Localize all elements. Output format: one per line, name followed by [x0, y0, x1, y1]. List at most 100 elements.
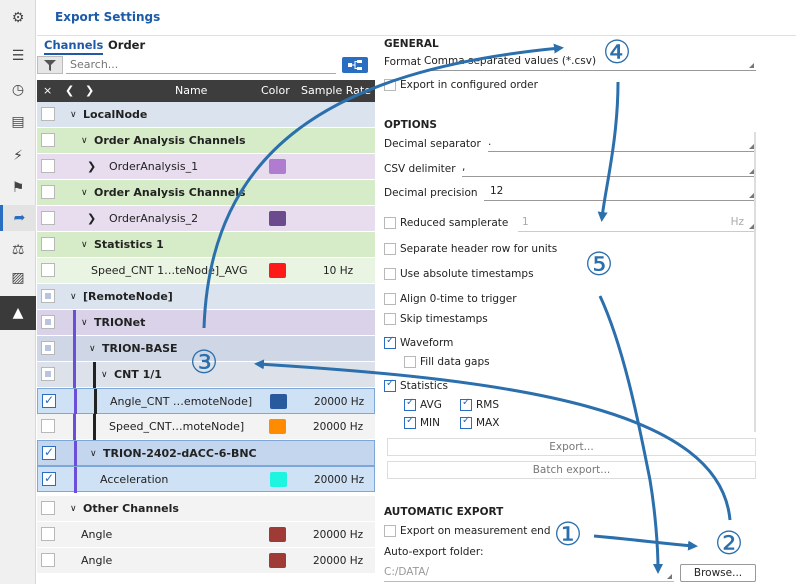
chevron-right-icon[interactable]: ❯: [87, 160, 96, 173]
checkbox[interactable]: [384, 525, 396, 537]
tree-row-channel[interactable]: Acceleration 20000 Hz: [37, 466, 375, 493]
tree-row-channel[interactable]: Angle 20000 Hz: [37, 548, 375, 574]
export-icon[interactable]: ➦: [0, 205, 36, 231]
tree-row-channel[interactable]: ❯ OrderAnalysis_2: [37, 206, 375, 232]
decimal-separator-select[interactable]: .: [488, 136, 756, 152]
row-checkbox[interactable]: [41, 501, 55, 515]
decimal-precision-input[interactable]: 12: [484, 185, 756, 201]
row-checkbox[interactable]: [41, 237, 55, 251]
tree-row-channel[interactable]: Speed_CNT…moteNode] 20000 Hz: [37, 414, 375, 440]
row-checkbox[interactable]: [41, 367, 55, 381]
color-swatch[interactable]: [269, 211, 286, 226]
chevron-down-icon[interactable]: ∨: [81, 136, 88, 146]
column-name[interactable]: Name: [175, 84, 207, 97]
tree-row-group[interactable]: ∨ Order Analysis Channels: [37, 128, 375, 154]
chevron-down-icon[interactable]: ∨: [81, 188, 88, 198]
export-button[interactable]: Export...: [387, 438, 756, 456]
max-checkbox[interactable]: MAX: [460, 415, 499, 429]
checkbox[interactable]: [404, 415, 416, 429]
row-checkbox[interactable]: [42, 393, 56, 408]
tree-row-other[interactable]: ∨ Other Channels: [37, 496, 375, 522]
batch-export-button[interactable]: Batch export...: [387, 461, 756, 479]
rms-checkbox[interactable]: RMS: [460, 397, 499, 411]
align-zero-checkbox[interactable]: Align 0-time to trigger: [384, 293, 517, 305]
color-swatch[interactable]: [269, 527, 286, 542]
skip-timestamps-checkbox[interactable]: Skip timestamps: [384, 313, 488, 325]
chevron-down-icon[interactable]: ∨: [81, 240, 88, 250]
row-checkbox[interactable]: [41, 527, 55, 541]
separate-header-checkbox[interactable]: Separate header row for units: [384, 243, 557, 255]
checkbox[interactable]: [384, 79, 396, 91]
chevron-down-icon[interactable]: ∨: [90, 449, 97, 459]
avg-checkbox[interactable]: AVG: [404, 397, 442, 411]
collapse-icon[interactable]: ❮: [65, 84, 74, 97]
chevron-down-icon[interactable]: ∨: [101, 370, 108, 380]
chevron-down-icon[interactable]: ∨: [89, 344, 96, 354]
gear-icon[interactable]: ⚙: [6, 8, 30, 28]
checkbox[interactable]: [384, 217, 396, 229]
row-checkbox[interactable]: [41, 107, 55, 121]
statistics-checkbox[interactable]: Statistics: [384, 378, 448, 392]
tree-view-button[interactable]: [342, 57, 368, 73]
row-checkbox[interactable]: [41, 159, 55, 173]
filter-icon[interactable]: [37, 56, 63, 74]
csv-delimiter-select[interactable]: ,: [462, 161, 756, 177]
min-checkbox[interactable]: MIN: [404, 415, 440, 429]
checkbox[interactable]: [384, 293, 396, 305]
checkbox[interactable]: [384, 313, 396, 325]
clear-selection-button[interactable]: ×: [43, 84, 52, 97]
waveform-checkbox[interactable]: Waveform: [384, 335, 453, 349]
checkbox[interactable]: [460, 397, 472, 411]
network-icon[interactable]: ⚖: [6, 240, 30, 260]
browse-button[interactable]: Browse...: [680, 564, 756, 582]
tab-order[interactable]: Order: [108, 38, 145, 52]
list-icon[interactable]: ☰: [6, 46, 30, 66]
color-swatch[interactable]: [269, 553, 286, 568]
reduced-samplerate-input[interactable]: 1 Hz: [518, 216, 756, 232]
export-on-end-checkbox[interactable]: Export on measurement end: [384, 525, 551, 537]
car-icon[interactable]: ▨: [6, 268, 30, 288]
row-checkbox[interactable]: [41, 553, 55, 567]
export-order-checkbox[interactable]: Export in configured order: [384, 79, 538, 91]
row-checkbox[interactable]: [42, 445, 56, 460]
row-checkbox[interactable]: [42, 471, 56, 486]
chevron-down-icon[interactable]: ∨: [70, 110, 77, 120]
checkbox[interactable]: [384, 243, 396, 255]
gauge-icon[interactable]: ◷: [6, 80, 30, 100]
format-select[interactable]: Comma separated values (*.csv): [424, 55, 756, 71]
tree-row-channel[interactable]: Angle_CNT …emoteNode] 20000 Hz: [37, 388, 375, 415]
row-checkbox[interactable]: [41, 315, 55, 329]
checkbox[interactable]: [384, 335, 396, 349]
absolute-timestamps-checkbox[interactable]: Use absolute timestamps: [384, 268, 534, 280]
checkbox[interactable]: [384, 378, 396, 392]
lightning-icon[interactable]: ⚡: [6, 146, 30, 166]
color-swatch[interactable]: [269, 263, 286, 278]
row-checkbox[interactable]: [41, 419, 55, 433]
column-color[interactable]: Color: [261, 84, 290, 97]
row-checkbox[interactable]: [41, 289, 55, 303]
row-checkbox[interactable]: [41, 211, 55, 225]
tree-row-remotenode[interactable]: ∨ [RemoteNode]: [37, 284, 375, 310]
reduced-samplerate-checkbox[interactable]: Reduced samplerate: [384, 217, 508, 229]
tree-row-localnode[interactable]: ∨ LocalNode: [37, 102, 375, 128]
checkbox[interactable]: [404, 356, 416, 368]
checkbox[interactable]: [460, 415, 472, 429]
row-checkbox[interactable]: [41, 341, 55, 355]
tree-row-trion-module[interactable]: ∨ TRION-2402-dACC-6-BNC: [37, 440, 375, 467]
flag-icon[interactable]: ⚑: [6, 178, 30, 198]
fill-gaps-checkbox[interactable]: Fill data gaps: [404, 356, 490, 368]
tree-row-channel[interactable]: Speed_CNT 1…teNode]_AVG 10 Hz: [37, 258, 375, 284]
tree-row-channel[interactable]: ❯ OrderAnalysis_1: [37, 154, 375, 180]
tree-row-channel[interactable]: Angle 20000 Hz: [37, 522, 375, 548]
chevron-down-icon[interactable]: ∨: [70, 504, 77, 514]
column-sample-rate[interactable]: Sample Rate: [301, 84, 371, 97]
tree-row-group[interactable]: ∨ Order Analysis Channels: [37, 180, 375, 206]
expand-icon[interactable]: ❯: [85, 84, 94, 97]
color-swatch[interactable]: [269, 159, 286, 174]
auto-folder-input[interactable]: C:/DATA/: [384, 566, 674, 582]
color-swatch[interactable]: [270, 472, 287, 487]
tab-channels[interactable]: Channels: [44, 38, 104, 55]
triangle-icon[interactable]: ▲: [0, 296, 36, 330]
document-icon[interactable]: ▤: [6, 112, 30, 132]
color-swatch[interactable]: [269, 419, 286, 434]
